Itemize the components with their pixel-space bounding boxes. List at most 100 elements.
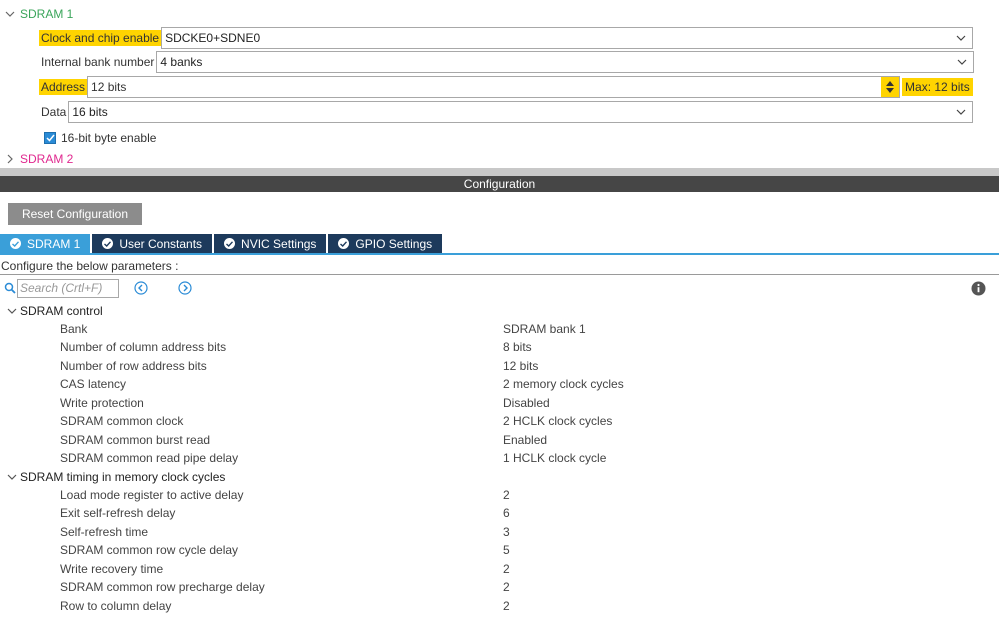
param-value: 5 [503,543,510,557]
bank-number-value: 4 banks [160,55,203,69]
param-value: 2 [503,599,510,613]
tab-label: NVIC Settings [241,236,317,251]
clock-chip-row: Clock and chip enable SDCKE0+SDNE0 [39,27,974,49]
reset-configuration-button[interactable]: Reset Configuration [8,203,142,225]
param-name: SDRAM common burst read [60,433,211,447]
data-select[interactable]: 16 bits [68,101,974,123]
param-value: 2 [503,580,510,594]
chevron-down-icon [957,56,967,70]
param-value: SDRAM bank 1 [503,322,586,336]
bank-number-select[interactable]: 4 banks [156,51,975,73]
address-spinner[interactable]: 12 bits [87,76,901,98]
spinner-arrows-icon[interactable] [881,77,900,97]
param-row[interactable]: Write recovery time 2 [0,561,999,579]
bank-number-row: Internal bank number 4 banks [39,51,975,73]
tab-sdram1[interactable]: SDRAM 1 [0,234,91,253]
check-circle-icon [224,238,236,249]
sdram1-label: SDRAM 1 [20,7,74,21]
configuration-header: Configuration [0,176,999,192]
param-value: 1 HCLK clock cycle [503,451,607,465]
param-name: Bank [60,322,88,336]
byte-enable-label: 16-bit byte enable [61,131,157,145]
tree-node-sdram1[interactable]: SDRAM 1 [0,4,73,24]
clock-chip-select[interactable]: SDCKE0+SDNE0 [161,27,974,49]
param-row[interactable]: Row to column delay 2 [0,598,999,616]
param-value: 2 [503,488,510,502]
splitter[interactable] [0,168,999,176]
param-value: 6 [503,506,510,520]
param-name: Write recovery time [60,562,164,576]
bank-number-label: Internal bank number [41,55,155,69]
byte-enable-checkbox[interactable] [44,132,56,144]
param-row[interactable]: Load mode register to active delay 2 [0,487,999,505]
configure-instructions: Configure the below parameters : [1,259,179,273]
chevron-down-icon[interactable] [4,306,20,316]
param-row[interactable]: Self-refresh time 3 [0,524,999,542]
data-value: 16 bits [72,105,108,119]
address-value: 12 bits [91,80,127,94]
param-value: Enabled [503,433,548,447]
chevron-down-icon[interactable] [0,9,20,19]
param-name: SDRAM common row precharge delay [60,580,265,594]
section-sdram-control[interactable]: SDRAM control [4,302,103,320]
section-title: SDRAM timing in memory clock cycles [20,470,226,484]
check-circle-icon [10,238,21,249]
param-value: 2 [503,562,510,576]
param-name: Write protection [60,396,144,410]
param-row[interactable]: Bank SDRAM bank 1 [0,321,999,339]
param-name: Load mode register to active delay [60,488,244,502]
search-icon [4,282,16,297]
info-icon[interactable] [971,281,986,299]
divider [0,274,999,275]
param-name: Self-refresh time [60,525,149,539]
tab-user-constants[interactable]: User Constants [92,234,213,253]
chevron-down-icon [956,32,966,46]
param-name: SDRAM common row cycle delay [60,543,239,557]
tab-label: GPIO Settings [355,236,433,251]
address-label: Address [39,79,88,95]
check-circle-icon [102,238,114,249]
chevron-down-icon [956,106,966,120]
tab-label: SDRAM 1 [27,236,81,251]
arrow-left-circle-icon[interactable] [134,281,148,298]
param-row[interactable]: CAS latency 2 memory clock cycles [0,376,999,394]
tab-underline [0,253,999,255]
param-row[interactable]: Write protection Disabled [0,395,999,413]
param-name: SDRAM common read pipe delay [60,451,239,465]
data-row: Data 16 bits [39,101,974,123]
param-value: 8 bits [503,340,532,354]
chevron-right-icon[interactable] [0,154,20,164]
section-title: SDRAM control [20,304,103,318]
param-row[interactable]: SDRAM common clock 2 HCLK clock cycles [0,413,999,431]
byte-enable-option: 16-bit byte enable [44,131,156,145]
param-value: 2 HCLK clock cycles [503,414,613,428]
param-value: Disabled [503,396,550,410]
section-sdram-timing[interactable]: SDRAM timing in memory clock cycles [4,468,225,486]
tab-gpio-settings[interactable]: GPIO Settings [328,234,443,253]
address-max-label: Max: 12 bits [902,78,973,96]
param-name: CAS latency [60,377,127,391]
param-name: SDRAM common clock [60,414,184,428]
param-value: 2 memory clock cycles [503,377,624,391]
clock-chip-value: SDCKE0+SDNE0 [165,31,261,45]
param-name: Exit self-refresh delay [60,506,176,520]
param-row[interactable]: Number of column address bits 8 bits [0,339,999,357]
chevron-down-icon[interactable] [4,472,20,482]
arrow-right-circle-icon[interactable] [178,281,192,298]
search-input[interactable]: Search (Crtl+F) [17,279,119,298]
sdram2-label: SDRAM 2 [20,152,74,166]
param-name: Row to column delay [60,599,172,613]
param-row[interactable]: SDRAM common read pipe delay 1 HCLK clock… [0,450,999,468]
param-row[interactable]: SDRAM common row cycle delay 5 [0,542,999,560]
param-name: Number of column address bits [60,340,227,354]
param-name: Number of row address bits [60,359,207,373]
param-row[interactable]: Exit self-refresh delay 6 [0,505,999,523]
tab-label: User Constants [119,236,203,251]
param-row[interactable]: Number of row address bits 12 bits [0,358,999,376]
param-row[interactable]: SDRAM common burst read Enabled [0,432,999,450]
config-tabs: SDRAM 1 User Constants NVIC Settings GPI… [0,234,444,253]
tree-node-sdram2[interactable]: SDRAM 2 [0,149,73,169]
tab-nvic-settings[interactable]: NVIC Settings [214,234,327,253]
param-row[interactable]: SDRAM common row precharge delay 2 [0,579,999,597]
param-value: 3 [503,525,510,539]
